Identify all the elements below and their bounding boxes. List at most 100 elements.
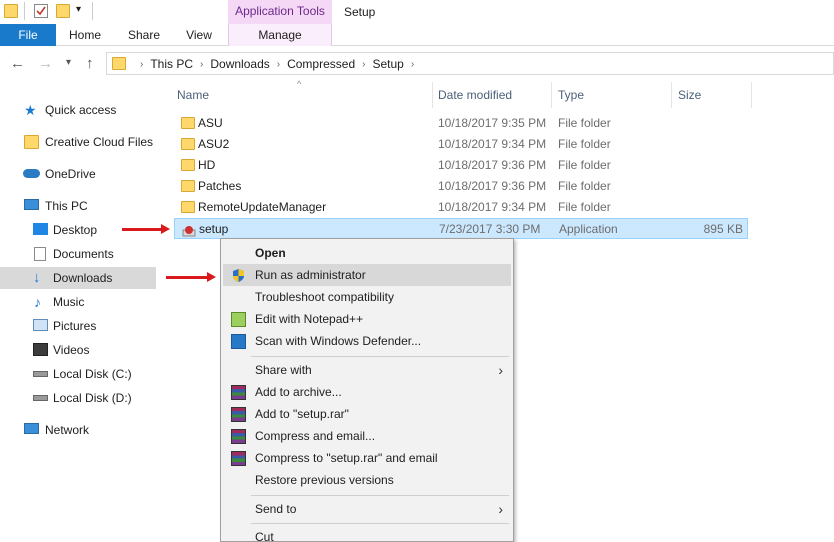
title-bar: ▾ Application Tools Setup xyxy=(0,0,834,24)
chevron-right-icon[interactable]: › xyxy=(200,59,203,70)
address-bar[interactable]: › This PC › Downloads › Compressed › Set… xyxy=(106,52,834,75)
folder-icon xyxy=(181,117,195,129)
menu-item-compress-to-setup-rar-and-email[interactable]: Compress to "setup.rar" and email xyxy=(223,447,511,469)
menu-item-restore-previous-versions[interactable]: Restore previous versions xyxy=(223,469,511,491)
menu-item-scan-with-windows-defender[interactable]: Scan with Windows Defender... xyxy=(223,330,511,352)
navigation-pane: ★ Quick access Creative Cloud Files OneD… xyxy=(0,90,158,542)
file-date: 10/18/2017 9:35 PM xyxy=(438,116,547,130)
sidebar-item-documents[interactable]: Documents xyxy=(0,243,158,265)
menu-item-open[interactable]: Open xyxy=(223,242,511,264)
chevron-right-icon[interactable]: › xyxy=(277,59,280,70)
annotation-arrow xyxy=(122,224,170,234)
file-type: File folder xyxy=(558,200,611,214)
chevron-right-icon[interactable]: › xyxy=(411,59,414,70)
column-header-name[interactable]: Name xyxy=(177,82,209,108)
sidebar-item-creative-cloud[interactable]: Creative Cloud Files xyxy=(0,131,158,153)
file-row-setup[interactable]: setup 7/23/2017 3:30 PM Application 895 … xyxy=(174,218,748,239)
notepadpp-icon xyxy=(231,312,246,327)
chevron-right-icon[interactable]: › xyxy=(140,59,143,70)
sidebar-item-onedrive[interactable]: OneDrive xyxy=(0,163,158,185)
properties-icon[interactable] xyxy=(34,4,48,18)
menu-item-compress-and-email[interactable]: Compress and email... xyxy=(223,425,511,447)
breadcrumb-this-pc[interactable]: This PC xyxy=(150,57,193,71)
customize-quick-access-icon[interactable]: ▾ xyxy=(76,4,81,15)
forward-arrow-icon[interactable]: → xyxy=(38,55,53,72)
tab-view[interactable]: View xyxy=(176,24,222,46)
sidebar-item-downloads[interactable]: ↓ Downloads xyxy=(0,267,156,289)
file-name: Patches xyxy=(198,179,242,193)
file-name: ASU xyxy=(198,116,223,130)
sidebar-item-music[interactable]: ♪ Music xyxy=(0,291,158,313)
sidebar-item-this-pc[interactable]: This PC xyxy=(0,195,158,217)
chevron-right-icon: › xyxy=(498,362,503,378)
breadcrumb-setup[interactable]: Setup xyxy=(372,57,403,71)
menu-item-run-as-administrator[interactable]: Run as administrator xyxy=(223,264,511,286)
folder-icon xyxy=(4,4,18,18)
folder-icon xyxy=(181,180,195,192)
chevron-right-icon[interactable]: › xyxy=(362,59,365,70)
creative-cloud-icon xyxy=(24,135,39,149)
menu-item-troubleshoot-compatibility[interactable]: Troubleshoot compatibility xyxy=(223,286,511,308)
menu-item-share-with[interactable]: Share with › xyxy=(223,359,511,381)
file-name: HD xyxy=(198,158,216,172)
file-row-asu2[interactable]: ASU2 10/18/2017 9:34 PM File folder xyxy=(174,134,748,155)
file-name: RemoteUpdateManager xyxy=(198,200,327,214)
annotation-arrow xyxy=(166,272,216,282)
file-date: 10/18/2017 9:34 PM xyxy=(438,200,547,214)
tab-manage[interactable]: Manage xyxy=(228,24,332,46)
column-header-date-modified[interactable]: Date modified xyxy=(438,82,512,108)
column-divider[interactable] xyxy=(432,82,433,108)
pictures-icon xyxy=(33,319,48,331)
menu-item-cut[interactable]: Cut xyxy=(223,526,511,541)
file-row-hd[interactable]: HD 10/18/2017 9:36 PM File folder xyxy=(174,155,748,176)
onedrive-icon xyxy=(23,169,40,178)
sidebar-item-local-disk-c[interactable]: Local Disk (C:) xyxy=(0,363,158,385)
menu-item-edit-with-notepadpp[interactable]: Edit with Notepad++ xyxy=(223,308,511,330)
file-type: File folder xyxy=(558,158,611,172)
winrar-icon xyxy=(231,429,246,444)
breadcrumb-downloads[interactable]: Downloads xyxy=(210,57,269,71)
file-row-patches[interactable]: Patches 10/18/2017 9:36 PM File folder xyxy=(174,176,748,197)
file-row-asu[interactable]: ASU 10/18/2017 9:35 PM File folder xyxy=(174,113,748,134)
defender-icon xyxy=(231,334,246,349)
menu-item-add-to-setup-rar[interactable]: Add to "setup.rar" xyxy=(223,403,511,425)
column-divider[interactable] xyxy=(671,82,672,108)
winrar-icon xyxy=(231,385,246,400)
breadcrumb-compressed[interactable]: Compressed xyxy=(287,57,355,71)
file-row-remoteupdatemanager[interactable]: RemoteUpdateManager 10/18/2017 9:34 PM F… xyxy=(174,197,748,218)
file-type: File folder xyxy=(558,137,611,151)
file-date: 7/23/2017 3:30 PM xyxy=(439,222,541,236)
sidebar-item-quick-access[interactable]: ★ Quick access xyxy=(0,99,158,121)
drive-icon xyxy=(33,395,48,401)
network-icon xyxy=(24,423,39,434)
up-arrow-icon[interactable]: ↑ xyxy=(86,55,94,72)
column-header-size[interactable]: Size xyxy=(678,82,701,108)
sidebar-item-local-disk-d[interactable]: Local Disk (D:) xyxy=(0,387,158,409)
column-divider[interactable] xyxy=(751,82,752,108)
computer-icon xyxy=(24,199,39,210)
column-header-type[interactable]: Type xyxy=(558,82,584,108)
folder-icon xyxy=(181,138,195,150)
tab-home[interactable]: Home xyxy=(60,24,110,46)
menu-item-send-to[interactable]: Send to › xyxy=(223,498,511,520)
divider xyxy=(24,2,25,20)
file-size: 895 KB xyxy=(703,222,743,236)
folder-icon xyxy=(181,159,195,171)
setup-app-icon xyxy=(182,223,196,237)
back-arrow-icon[interactable]: ← xyxy=(10,55,25,72)
menu-separator xyxy=(251,356,509,357)
tab-file[interactable]: File xyxy=(0,24,56,46)
new-folder-icon[interactable] xyxy=(56,4,70,18)
sidebar-item-pictures[interactable]: Pictures xyxy=(0,315,158,337)
sidebar-item-network[interactable]: Network xyxy=(0,419,158,441)
menu-item-add-to-archive[interactable]: Add to archive... xyxy=(223,381,511,403)
recent-locations-chevron-icon[interactable]: ▾ xyxy=(66,57,71,68)
videos-icon xyxy=(33,343,48,356)
column-divider[interactable] xyxy=(551,82,552,108)
menu-separator xyxy=(251,495,509,496)
tab-share[interactable]: Share xyxy=(120,24,168,46)
chevron-right-icon: › xyxy=(498,501,503,517)
sidebar-item-videos[interactable]: Videos xyxy=(0,339,158,361)
divider xyxy=(92,2,93,20)
file-date: 10/18/2017 9:34 PM xyxy=(438,137,547,151)
